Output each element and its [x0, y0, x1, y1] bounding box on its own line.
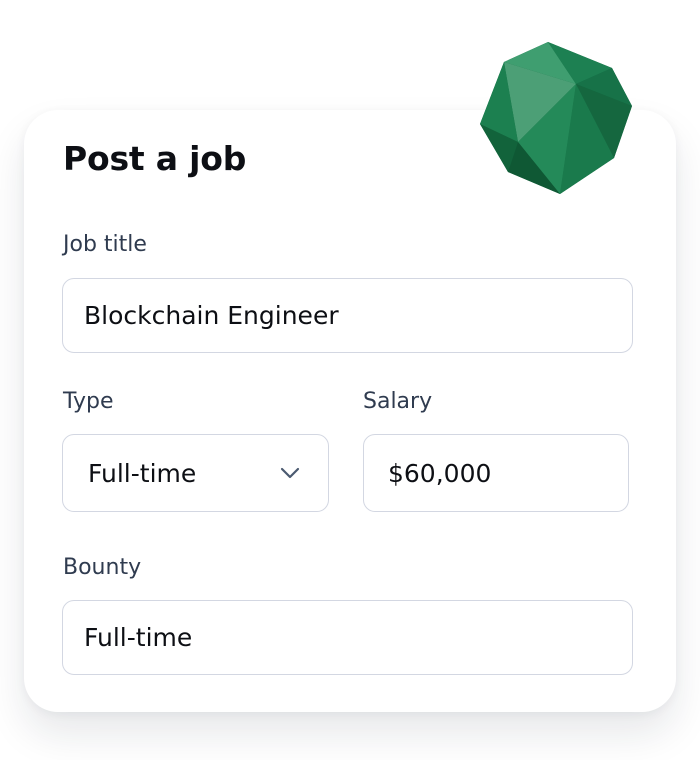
type-select[interactable]: Full-time: [62, 434, 329, 512]
type-selected-value: Full-time: [88, 458, 197, 488]
type-label: Type: [63, 389, 114, 414]
bounty-label: Bounty: [63, 555, 142, 580]
salary-input[interactable]: $60,000: [363, 434, 629, 512]
chevron-down-icon: [280, 467, 300, 479]
job-title-input[interactable]: Blockchain Engineer: [62, 278, 633, 353]
job-title-value: Blockchain Engineer: [84, 301, 339, 330]
salary-value: $60,000: [388, 458, 492, 488]
bounty-value: Full-time: [84, 623, 193, 652]
job-title-label: Job title: [63, 232, 147, 257]
icosahedron-gem-icon: [480, 42, 632, 194]
bounty-input[interactable]: Full-time: [62, 600, 633, 675]
page-title: Post a job: [63, 139, 247, 178]
salary-label: Salary: [363, 389, 433, 414]
